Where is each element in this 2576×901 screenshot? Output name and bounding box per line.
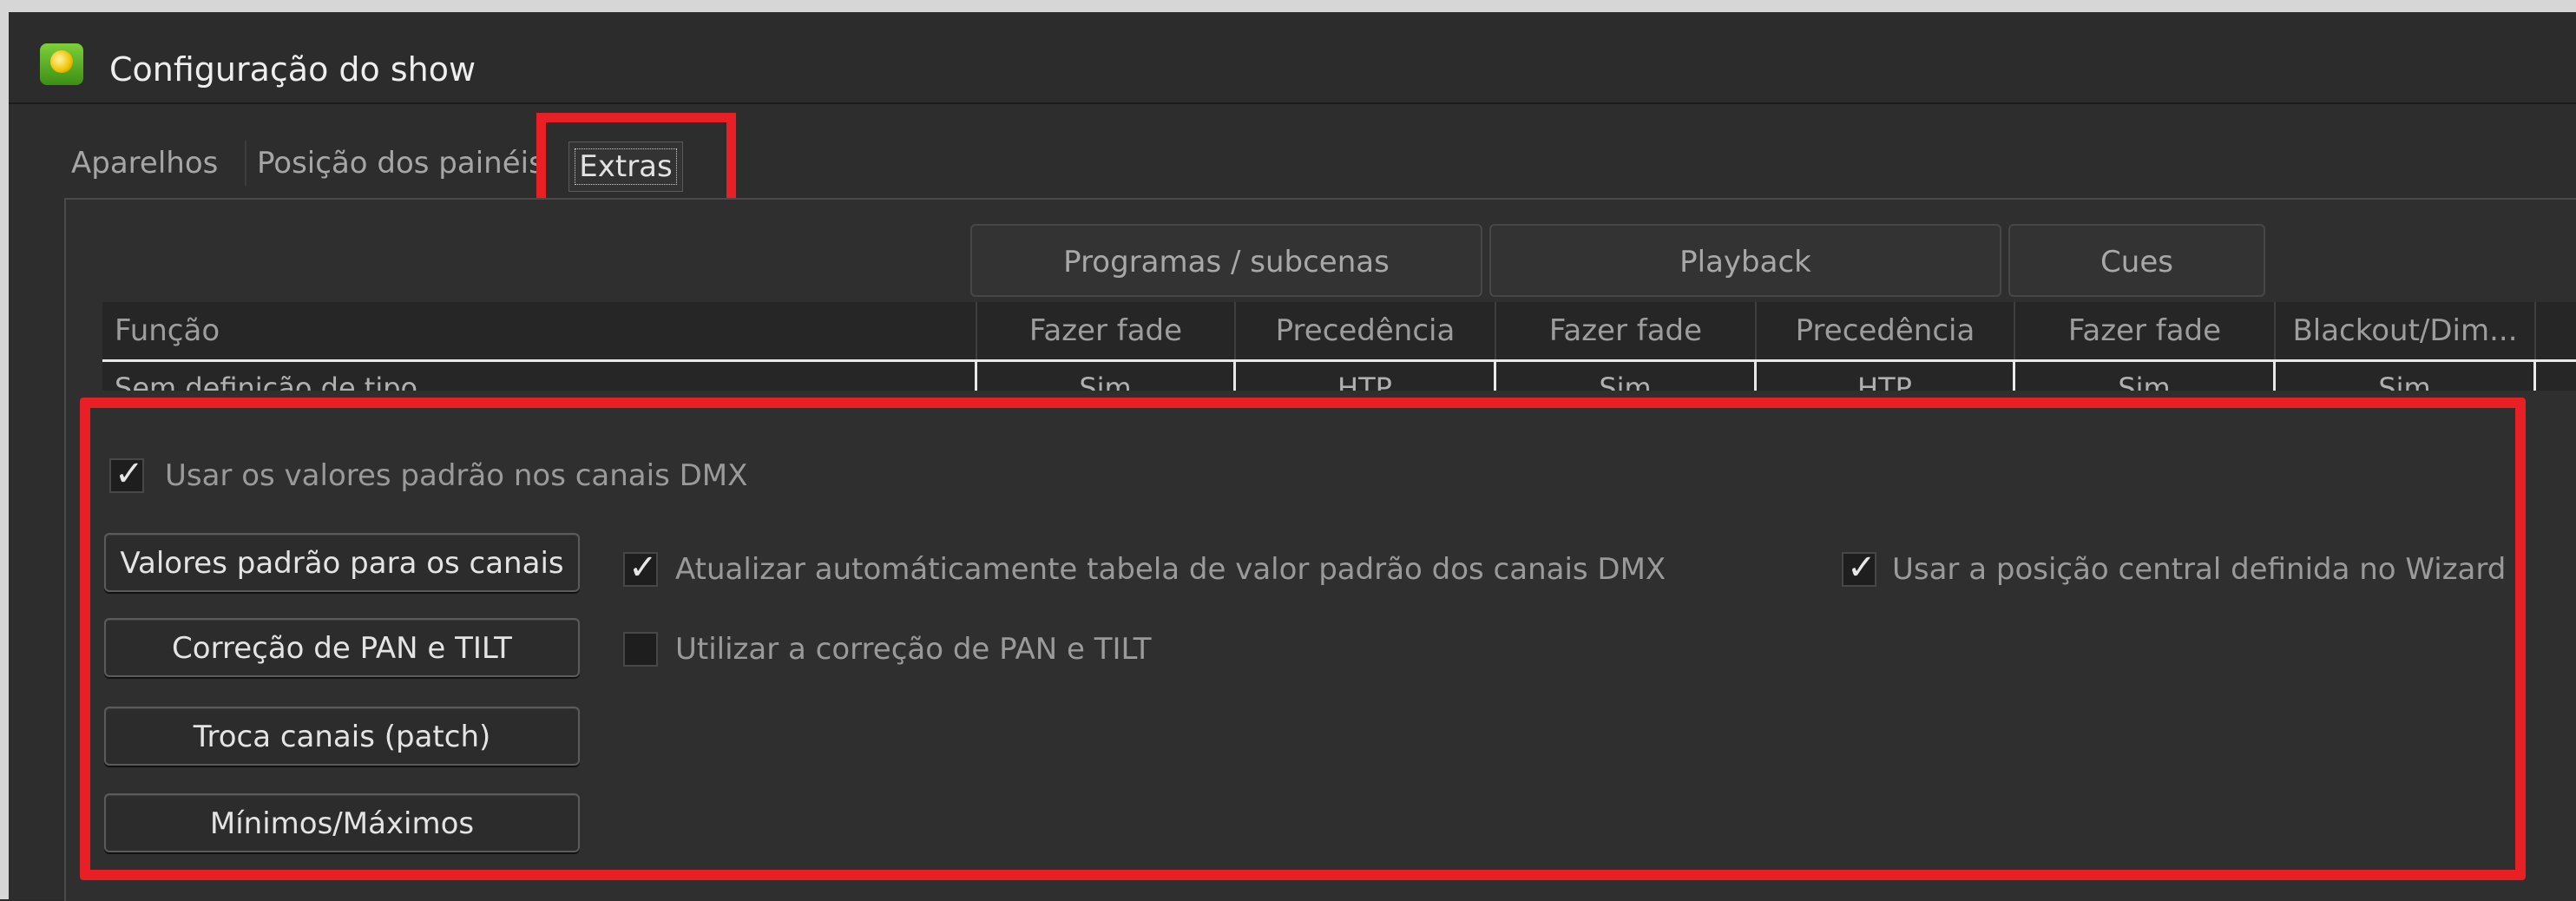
default-values-button[interactable]: Valores padrão para os canais [104,533,580,592]
tab-extras[interactable]: Extras [568,141,683,192]
column-header-fade-programas[interactable]: Fazer fade [977,302,1236,359]
column-header-fade-cues[interactable]: Fazer fade [2015,302,2276,359]
min-max-button[interactable]: Mínimos/Máximos [104,793,580,852]
window-title: Configuração do show [109,50,476,89]
checkmark-icon: ✓ [628,548,658,588]
use-default-values-label: Usar os valores padrão nos canais DMX [165,458,748,493]
table-header: Função Fazer fade Precedência Fazer fade… [102,302,2576,362]
auto-update-table-checkbox[interactable]: ✓ [623,548,658,588]
tab-separator [245,141,246,186]
column-header-precedencia-playback[interactable]: Precedência [1757,302,2015,359]
checkmark-icon: ✓ [1847,548,1876,588]
table-cell: Sim [2015,362,2276,391]
auto-update-table-label: Atualizar automáticamente tabela de valo… [675,552,1666,587]
use-center-position-label: Usar a posição central definida no Wizar… [1892,552,2507,587]
extras-tab-highlight: Extras [536,113,736,210]
tab-posicao-paineis[interactable]: Posição dos painéis [257,137,544,189]
title-bar: Configuração do show [9,12,2576,104]
group-header-playback: Playback [1489,224,2001,297]
app-icon [40,43,83,85]
table-row[interactable]: Sem definição de tipo Sim HTP Sim HTP Si… [102,362,2576,391]
group-header-programas: Programas / subcenas [970,224,1482,297]
tab-extras-label: Extras [575,148,677,185]
column-header-fade-playback[interactable]: Fazer fade [1496,302,1757,359]
column-header-precedencia-programas[interactable]: Precedência [1236,302,1496,359]
table-cell: Sim [1496,362,1757,391]
tab-aparelhos[interactable]: Aparelhos [71,137,218,189]
bulb-icon [50,50,73,73]
pan-tilt-correction-button[interactable]: Correção de PAN e TILT [104,618,580,677]
column-header-blackout[interactable]: Blackout/Dim... [2276,302,2536,359]
function-table[interactable]: Função Fazer fade Precedência Fazer fade… [102,302,2576,391]
table-cell: Sim [977,362,1236,391]
group-header-cues: Cues [2008,224,2265,297]
use-pan-tilt-correction-label: Utilizar a correção de PAN e TILT [675,632,1152,667]
column-header-funcao[interactable]: Função [102,302,977,359]
table-cell: Sem definição de tipo [102,362,977,391]
use-pan-tilt-correction-checkbox[interactable] [623,632,658,667]
table-cell: HTP [1757,362,2015,391]
table-cell: Sim [2276,362,2536,391]
checkmark-icon: ✓ [115,454,144,494]
table-cell: HTP [1236,362,1496,391]
patch-button[interactable]: Troca canais (patch) [104,707,580,766]
use-center-position-checkbox[interactable]: ✓ [1842,548,1876,588]
use-default-values-checkbox[interactable]: ✓ [109,454,144,494]
